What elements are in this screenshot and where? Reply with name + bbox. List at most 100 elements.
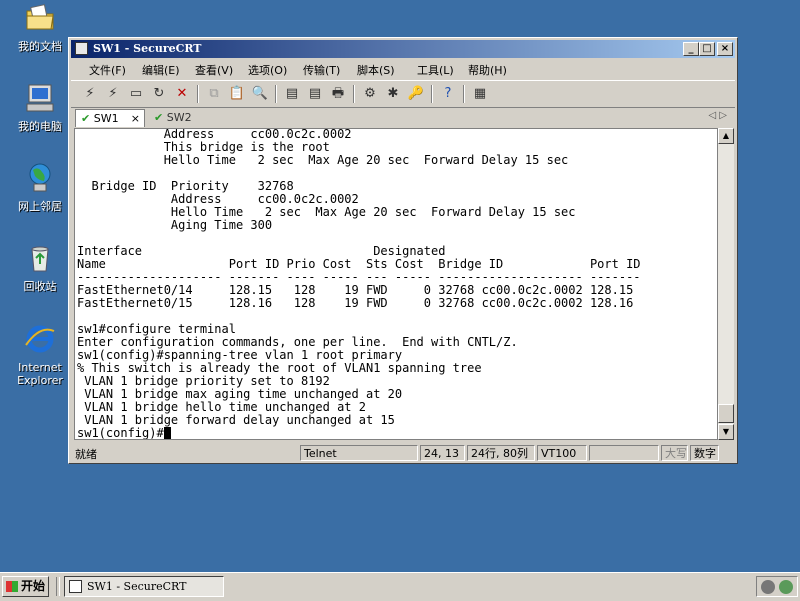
desktop-icon-my-computer[interactable]: 我的电脑 xyxy=(8,82,72,133)
desktop-icon-label: 回收站 xyxy=(23,280,57,293)
tab-sw1[interactable]: ✔ SW1 × xyxy=(75,109,145,127)
tab-label: SW1 xyxy=(93,112,119,125)
status-bar: 就绪 Telnet 24, 13 24行, 80列 VT100 大写 数字 xyxy=(71,444,735,462)
title-bar[interactable]: SW1 - SecureCRT _ □ × xyxy=(71,40,735,58)
tray-volume-icon[interactable] xyxy=(761,580,775,594)
start-label: 开始 xyxy=(21,579,46,593)
close-button[interactable]: × xyxy=(717,42,733,56)
print-icon[interactable]: 🖶 xyxy=(329,85,347,103)
terminal-line: sw1(config)#spanning-tree vlan 1 root pr… xyxy=(77,348,403,362)
disconnect-icon[interactable]: ✕ xyxy=(173,85,191,103)
taskbar-separator xyxy=(56,577,60,596)
status-ready: 就绪 xyxy=(75,448,97,461)
global-options-icon[interactable]: ✱ xyxy=(384,85,402,103)
tab-scroll-arrows-icon[interactable]: ◁ ▷ xyxy=(708,110,727,121)
app-icon xyxy=(69,580,82,593)
menu-bar: 文件(F) 编辑(E) 查看(V) 选项(O) 传输(T) 脚本(S) 工具(L… xyxy=(71,60,735,78)
tray-network-icon[interactable] xyxy=(779,580,793,594)
menu-view[interactable]: 查看(V) xyxy=(195,62,233,78)
window-title: SW1 - SecureCRT xyxy=(93,42,202,55)
tab-close-icon[interactable]: × xyxy=(131,110,140,128)
status-protocol: Telnet xyxy=(300,445,418,461)
desktop-icon-label: 我的电脑 xyxy=(18,120,62,133)
terminal-line: Name Port ID Prio Cost Sts Cost Bridge I… xyxy=(77,257,641,271)
terminal-line: Address cc00.0c2c.0002 xyxy=(170,192,359,206)
terminal-line: VLAN 1 bridge forward delay unchanged at… xyxy=(84,413,395,427)
vertical-scrollbar[interactable]: ▲ ▼ xyxy=(718,128,734,440)
help-icon[interactable]: ? xyxy=(439,85,457,103)
terminal-line: VLAN 1 bridge priority set to 8192 xyxy=(84,374,330,388)
print-selection-icon[interactable]: ▤ xyxy=(306,85,324,103)
toolbar-separator xyxy=(431,85,433,103)
terminal-line: % This switch is already the root of VLA… xyxy=(77,361,482,375)
tab-sw2[interactable]: ✔ SW2 xyxy=(149,109,199,127)
maximize-button[interactable]: □ xyxy=(699,42,715,56)
taskbar-task-label: SW1 - SecureCRT xyxy=(87,580,187,593)
tab-label: SW2 xyxy=(166,111,192,124)
terminal-screen[interactable]: Address cc00.0c2c.0002 This bridge is th… xyxy=(74,128,718,440)
minimize-button[interactable]: _ xyxy=(683,42,699,56)
terminal-line: -------------------- ------- ---- ----- … xyxy=(77,270,641,284)
toolbar-separator xyxy=(353,85,355,103)
menu-options[interactable]: 选项(O) xyxy=(248,62,287,78)
connected-check-icon: ✔ xyxy=(154,111,164,124)
desktop-icon-label: Internet xyxy=(18,361,62,374)
status-num-lock: 数字 xyxy=(690,445,719,461)
print-setup-icon[interactable]: ▤ xyxy=(283,85,301,103)
taskbar: 开始 SW1 - SecureCRT xyxy=(0,572,800,601)
desktop-icon-label: 我的文档 xyxy=(18,40,62,53)
terminal-line: Hello Time 2 sec Max Age 20 sec Forward … xyxy=(170,205,576,219)
status-cursor-position: 24, 13 xyxy=(420,445,465,461)
copy-icon[interactable]: ⧉ xyxy=(205,85,223,103)
recycle-bin-icon xyxy=(31,246,49,272)
connect-in-tab-icon[interactable]: ▭ xyxy=(127,85,145,103)
status-terminal-size: 24行, 80列 xyxy=(467,445,535,461)
keymap-icon[interactable]: 🔑 xyxy=(407,85,425,103)
menu-file[interactable]: 文件(F) xyxy=(89,62,126,78)
menu-script[interactable]: 脚本(S) xyxy=(357,62,395,78)
desktop-icon-internet-explorer[interactable]: Internet Explorer xyxy=(8,323,72,387)
my-documents-icon xyxy=(26,4,54,30)
quick-connect-icon[interactable]: ⚡ xyxy=(104,85,122,103)
text-cursor xyxy=(163,427,171,439)
toolbar: ⚡ ⚡ ▭ ↻ ✕ ⧉ 📋 🔍 ▤ ▤ 🖶 ⚙ ✱ 🔑 ? ▦ xyxy=(71,80,735,108)
terminal-line: This bridge is the root xyxy=(163,140,330,154)
connect-icon[interactable]: ⚡ xyxy=(81,85,99,103)
taskbar-securecrt-button[interactable]: SW1 - SecureCRT xyxy=(64,576,224,597)
menu-help[interactable]: 帮助(H) xyxy=(468,62,507,78)
find-icon[interactable]: 🔍 xyxy=(251,85,269,103)
my-computer-icon xyxy=(26,84,54,112)
desktop-icon-label: 网上邻居 xyxy=(18,200,62,213)
menu-edit[interactable]: 编辑(E) xyxy=(142,62,180,78)
menu-transfer[interactable]: 传输(T) xyxy=(303,62,340,78)
scroll-up-icon[interactable]: ▲ xyxy=(718,128,734,144)
terminal-line: VLAN 1 bridge hello time unchanged at 2 xyxy=(84,400,366,414)
session-options-icon[interactable]: ⚙ xyxy=(361,85,379,103)
start-button[interactable]: 开始 xyxy=(2,576,49,597)
paste-icon[interactable]: 📋 xyxy=(228,85,246,103)
terminal-line: Hello Time 2 sec Max Age 20 sec Forward … xyxy=(163,153,569,167)
desktop-icon-my-documents[interactable]: 我的文档 xyxy=(8,2,72,53)
desktop-icon-recycle-bin[interactable]: 回收站 xyxy=(8,242,72,293)
system-tray xyxy=(756,576,798,597)
toolbar-separator xyxy=(197,85,199,103)
terminal-line: sw1#configure terminal xyxy=(77,322,236,336)
status-caps-lock: 大写 xyxy=(661,445,688,461)
status-emulation: VT100 xyxy=(537,445,587,461)
windows-logo-icon xyxy=(6,581,18,592)
terminal-output: Address cc00.0c2c.0002 This bridge is th… xyxy=(77,129,641,439)
menu-tools[interactable]: 工具(L) xyxy=(417,62,454,78)
app-icon xyxy=(75,42,88,55)
terminal-line: VLAN 1 bridge max aging time unchanged a… xyxy=(84,387,403,401)
sftp-icon[interactable]: ▦ xyxy=(471,85,489,103)
terminal-line: Bridge ID Priority 32768 xyxy=(91,179,294,193)
connected-check-icon: ✔ xyxy=(81,112,91,125)
network-places-icon xyxy=(29,163,51,192)
scroll-down-icon[interactable]: ▼ xyxy=(718,424,734,440)
scroll-thumb[interactable] xyxy=(718,404,734,423)
reconnect-icon[interactable]: ↻ xyxy=(150,85,168,103)
desktop-icon-network-places[interactable]: 网上邻居 xyxy=(8,162,72,213)
session-tabs: ✔ SW1 × ✔ SW2 ◁ ▷ xyxy=(71,108,735,128)
terminal-line: FastEthernet0/14 128.15 128 19 FWD 0 327… xyxy=(77,283,634,297)
toolbar-separator xyxy=(463,85,465,103)
